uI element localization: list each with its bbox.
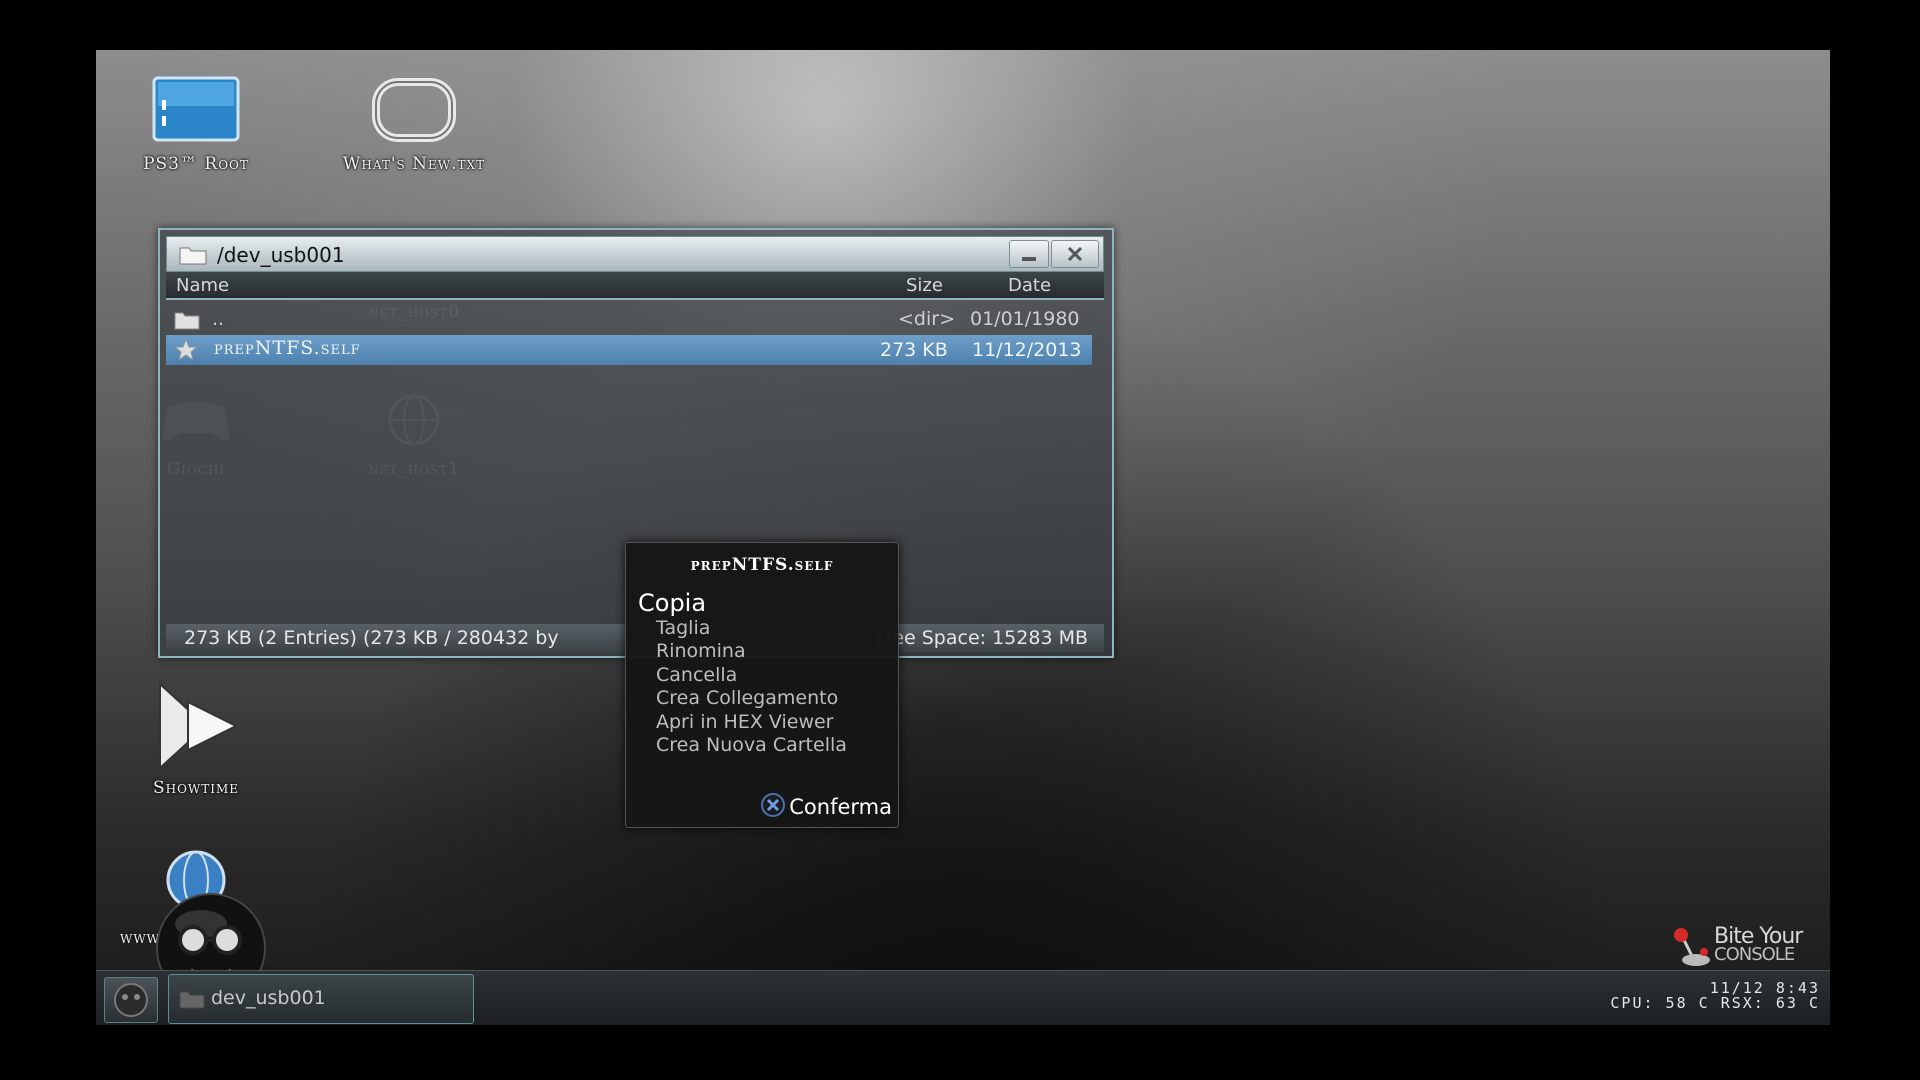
star-icon — [174, 338, 198, 362]
file-size: <dir> — [898, 308, 955, 330]
brand-logo: Bite Your CONSOLE — [1658, 922, 1828, 972]
start-button[interactable] — [104, 977, 158, 1023]
folder-icon — [179, 991, 205, 1009]
file-manager-window[interactable]: /dev_usb001 Name Size Date .. <dir> 01/0… — [158, 228, 1114, 828]
close-icon — [1067, 246, 1083, 262]
system-clock: 11/12 8:43 CPU: 58 C RSX: 63 C — [1610, 981, 1820, 1011]
menu-item-cancella[interactable]: Cancella — [656, 664, 737, 686]
desktop-icon-showtime[interactable]: Showtime — [96, 678, 296, 798]
desktop-icon-ps3-root[interactable]: PS3™ Root — [96, 70, 296, 174]
system-temperatures: CPU: 58 C RSX: 63 C — [1610, 994, 1820, 1012]
menu-item-rinomina[interactable]: Rinomina — [656, 640, 746, 662]
menu-item-crea-collegamento[interactable]: Crea Collegamento — [656, 687, 838, 709]
desktop-icon-whats-new[interactable]: What's New.txt — [314, 70, 514, 174]
column-date-header[interactable]: Date — [1008, 275, 1051, 296]
file-name: prepNTFS.self — [214, 337, 361, 359]
minimize-icon — [1022, 257, 1036, 261]
column-size-header[interactable]: Size — [906, 275, 943, 296]
context-menu[interactable]: prepNTFS.self Copia Taglia Rinomina Canc… — [625, 542, 899, 828]
play-icon — [159, 681, 239, 771]
desktop: PS3™ Root What's New.txt net_host0 Gioch… — [96, 50, 1830, 1025]
desktop-icon-label: PS3™ Root — [143, 154, 249, 174]
confirm-label: Conferma — [789, 795, 892, 819]
column-header: Name Size Date — [166, 272, 1104, 300]
menu-item-taglia[interactable]: Taglia — [656, 617, 710, 639]
close-button[interactable] — [1051, 240, 1099, 268]
folder-icon — [174, 312, 200, 330]
menu-item-apri-hex-viewer[interactable]: Apri in HEX Viewer — [656, 711, 834, 733]
file-row-parent[interactable]: .. <dir> 01/01/1980 — [166, 304, 1092, 334]
free-space: Free Space: 15283 MB — [875, 627, 1088, 649]
folder-icon — [179, 247, 207, 265]
file-size: 273 KB — [880, 339, 948, 361]
window-titlebar[interactable]: /dev_usb001 — [166, 236, 1104, 272]
file-date: 01/01/1980 — [970, 308, 1080, 330]
menu-item-copia[interactable]: Copia — [638, 589, 706, 617]
taskbar-window-item[interactable]: dev_usb001 — [168, 974, 474, 1024]
file-date: 11/12/2013 — [972, 339, 1082, 361]
cross-button-icon — [761, 793, 786, 817]
column-name-header[interactable]: Name — [176, 275, 229, 296]
context-menu-title: prepNTFS.self — [690, 555, 834, 575]
smiley-start-icon — [114, 983, 148, 1017]
text-file-icon — [372, 78, 456, 142]
menu-item-crea-nuova-cartella[interactable]: Crea Nuova Cartella — [656, 734, 847, 756]
desktop-icon-label: What's New.txt — [342, 154, 486, 174]
file-name: .. — [212, 308, 225, 330]
joystick-logo-icon — [1674, 928, 1710, 966]
minimize-button[interactable] — [1009, 240, 1049, 268]
taskbar-window-label: dev_usb001 — [211, 987, 326, 1009]
window-title: /dev_usb001 — [217, 243, 345, 267]
drive-icon — [152, 76, 240, 142]
desktop-icon-label: Showtime — [152, 778, 240, 798]
taskbar: dev_usb001 11/12 8:43 CPU: 58 C RSX: 63 … — [96, 970, 1830, 1025]
confirm-button[interactable]: Conferma — [761, 793, 892, 819]
brand-line2: CONSOLE — [1714, 944, 1795, 965]
file-row-selected[interactable]: prepNTFS.self 273 KB 11/12/2013 — [166, 335, 1092, 365]
status-summary: 273 KB (2 Entries) (273 KB / 280432 by — [184, 627, 559, 649]
